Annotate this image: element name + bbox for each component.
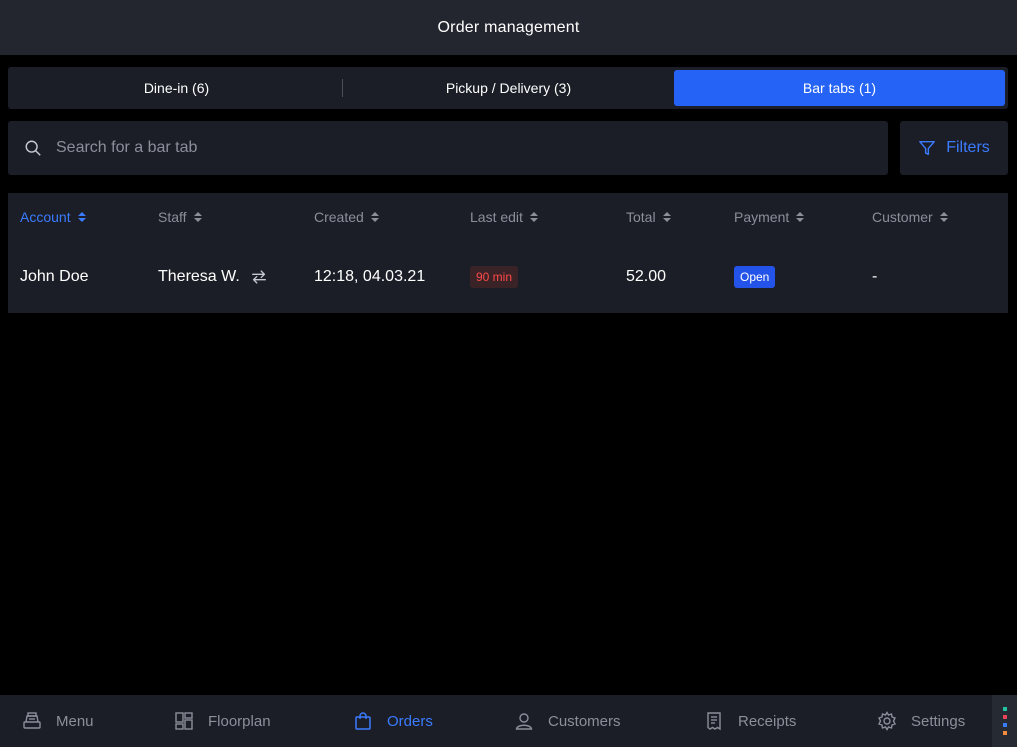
column-header-created[interactable]: Created (314, 193, 379, 241)
sort-icon (193, 212, 202, 222)
swap-icon[interactable] (250, 268, 268, 286)
top-header: Order management (0, 0, 1017, 55)
last-edit-badge: 90 min (470, 266, 519, 288)
tab-dine-in[interactable]: Dine-in (6) (11, 70, 342, 106)
cell-customer: - (872, 268, 878, 285)
user-icon (515, 713, 533, 730)
column-header-account[interactable]: Account (20, 193, 86, 241)
column-header-customer[interactable]: Customer (872, 193, 948, 241)
table-header: Account Staff Created Last edit Total Pa… (8, 193, 1008, 241)
filter-icon (919, 140, 936, 156)
cell-payment: Open (734, 241, 776, 313)
column-header-staff[interactable]: Staff (158, 193, 202, 241)
nav-item-receipts[interactable]: Receipts (704, 695, 796, 747)
nav-item-settings[interactable]: Settings (877, 695, 965, 747)
dot-icon (1002, 723, 1007, 727)
shopping-bag-icon (355, 712, 371, 730)
column-header-last-edit[interactable]: Last edit (470, 193, 538, 241)
search-input[interactable] (56, 139, 836, 157)
dot-icon (1002, 715, 1007, 719)
table-row[interactable]: John Doe Theresa W. 12:18, 04.03.21 90 m… (8, 241, 1008, 313)
cell-created: 12:18, 04.03.21 (314, 268, 426, 285)
cell-account: John Doe (20, 268, 89, 285)
cell-staff: Theresa W. (158, 241, 268, 313)
sort-icon (662, 212, 671, 222)
filters-button[interactable]: Filters (900, 121, 1008, 175)
bottom-navigation: Menu Floorplan Orders Customers Receipts… (0, 695, 1017, 747)
nav-item-orders[interactable]: Orders (353, 695, 433, 747)
nav-item-floorplan[interactable]: Floorplan (174, 695, 271, 747)
payment-status-badge: Open (734, 266, 776, 288)
dot-icon (1002, 731, 1007, 735)
gear-icon (878, 711, 896, 731)
tab-pickup-delivery[interactable]: Pickup / Delivery (3) (343, 70, 674, 106)
sort-icon (796, 212, 805, 222)
app-switcher[interactable] (992, 695, 1017, 747)
column-header-total[interactable]: Total (626, 193, 671, 241)
sort-icon (77, 212, 86, 222)
cell-total: 52.00 (626, 268, 667, 285)
tab-bar-tabs[interactable]: Bar tabs (1) (674, 70, 1005, 106)
order-type-tabs: Dine-in (6) Pickup / Delivery (3) Bar ta… (8, 67, 1008, 109)
page-title: Order management (437, 18, 580, 36)
filters-label: Filters (946, 139, 990, 156)
floorplan-icon (175, 712, 193, 730)
search-bar (8, 121, 888, 175)
search-icon (25, 140, 41, 156)
cash-register-icon (23, 712, 41, 729)
receipt-icon (707, 712, 721, 731)
dot-icon (1002, 707, 1007, 711)
sort-icon (939, 212, 948, 222)
nav-item-menu[interactable]: Menu (22, 695, 94, 747)
staff-name: Theresa W. (158, 268, 240, 285)
bar-tabs-table: Account Staff Created Last edit Total Pa… (8, 193, 1008, 313)
nav-item-customers[interactable]: Customers (514, 695, 621, 747)
sort-icon (370, 212, 379, 222)
sort-icon (529, 212, 538, 222)
column-header-payment[interactable]: Payment (734, 193, 805, 241)
cell-last-edit: 90 min (470, 241, 519, 313)
